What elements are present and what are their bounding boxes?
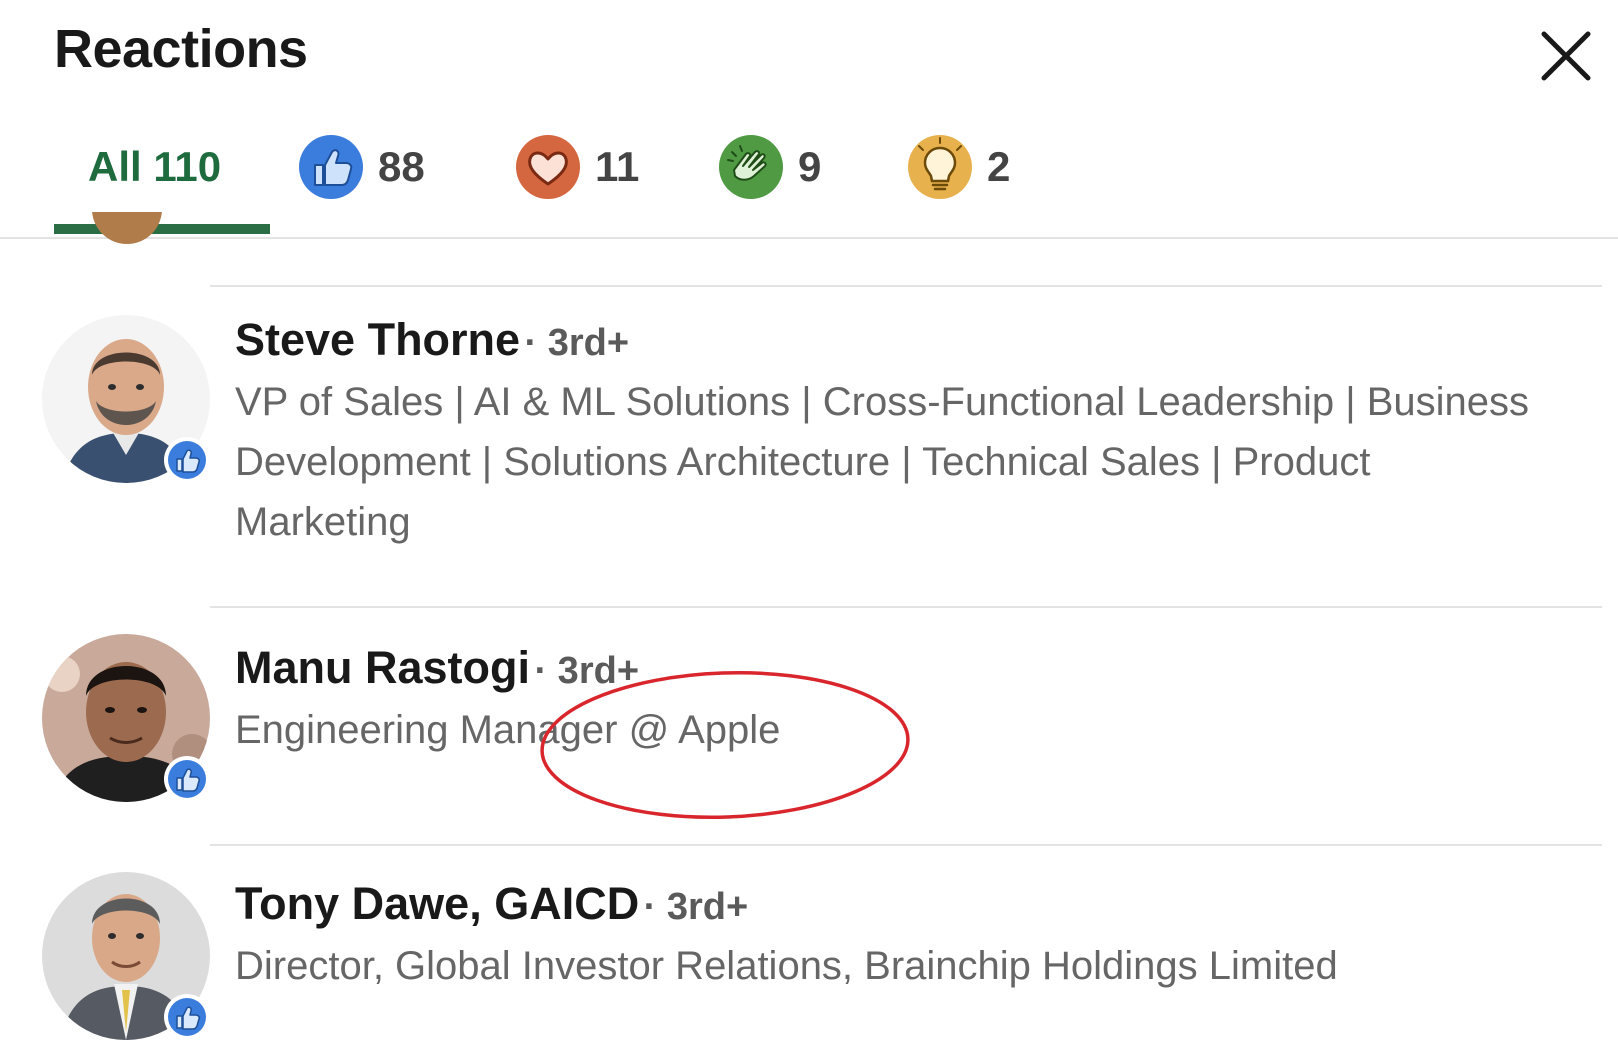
like-icon xyxy=(168,441,206,479)
reaction-badge xyxy=(164,756,210,802)
connection-degree: · 3rd+ xyxy=(643,886,749,928)
reaction-badge xyxy=(164,994,210,1040)
connection-degree: · 3rd+ xyxy=(534,650,640,692)
tab-insightful[interactable]: 2 xyxy=(907,112,1010,222)
tabs-divider xyxy=(0,237,1618,239)
tab-love[interactable]: 11 xyxy=(515,112,639,222)
person-headline: Director, Global Investor Relations, Bra… xyxy=(235,944,1338,988)
tab-insightful-count: 2 xyxy=(987,143,1011,190)
row-divider xyxy=(210,606,1602,608)
row-divider xyxy=(210,844,1602,846)
name-line: Tony Dawe, GAICD · 3rd+ xyxy=(235,878,748,930)
avatar-container[interactable] xyxy=(42,634,212,804)
person-headline: Engineering Manager @ Apple xyxy=(235,708,781,752)
love-icon xyxy=(516,135,580,199)
active-tab-indicator xyxy=(54,224,270,234)
reaction-badge xyxy=(164,437,210,483)
list-item[interactable]: Tony Dawe, GAICD · 3rd+ Director, Global… xyxy=(0,858,1618,1064)
like-icon xyxy=(299,135,363,199)
tab-all[interactable]: All 110 xyxy=(88,112,221,222)
tab-all-label: All 110 xyxy=(88,143,222,190)
avatar-container[interactable] xyxy=(42,872,212,1042)
insightful-icon xyxy=(908,135,972,199)
person-name[interactable]: Steve Thorne xyxy=(235,314,520,365)
close-button[interactable] xyxy=(1536,26,1596,86)
tab-like[interactable]: 88 xyxy=(298,112,425,222)
list-item[interactable]: Steve Thorne · 3rd+ VP of Sales | AI & M… xyxy=(0,300,1618,600)
close-icon xyxy=(1541,31,1591,81)
person-name[interactable]: Tony Dawe, GAICD xyxy=(235,878,639,929)
like-icon xyxy=(168,998,206,1036)
row-divider xyxy=(210,285,1602,287)
reaction-tabs: All 110 88 11 9 2 xyxy=(0,112,1618,239)
tab-like-count: 88 xyxy=(378,143,425,190)
person-headline: VP of Sales | AI & ML Solutions | Cross-… xyxy=(235,380,1530,544)
celebrate-icon xyxy=(719,135,783,199)
avatar-partial xyxy=(92,212,162,244)
person-name[interactable]: Manu Rastogi xyxy=(235,642,530,693)
like-icon xyxy=(168,760,206,798)
tab-love-count: 11 xyxy=(595,143,640,190)
connection-degree: · 3rd+ xyxy=(524,322,630,364)
tab-celebrate[interactable]: 9 xyxy=(718,112,821,222)
avatar-container[interactable] xyxy=(42,315,212,485)
list-item[interactable]: Manu Rastogi · 3rd+ Engineering Manager … xyxy=(0,620,1618,840)
modal-title: Reactions xyxy=(54,19,308,79)
name-line: Manu Rastogi · 3rd+ xyxy=(235,642,639,694)
name-line: Steve Thorne · 3rd+ xyxy=(235,314,629,366)
modal-header: Reactions xyxy=(0,0,1618,110)
tab-celebrate-count: 9 xyxy=(798,143,822,190)
